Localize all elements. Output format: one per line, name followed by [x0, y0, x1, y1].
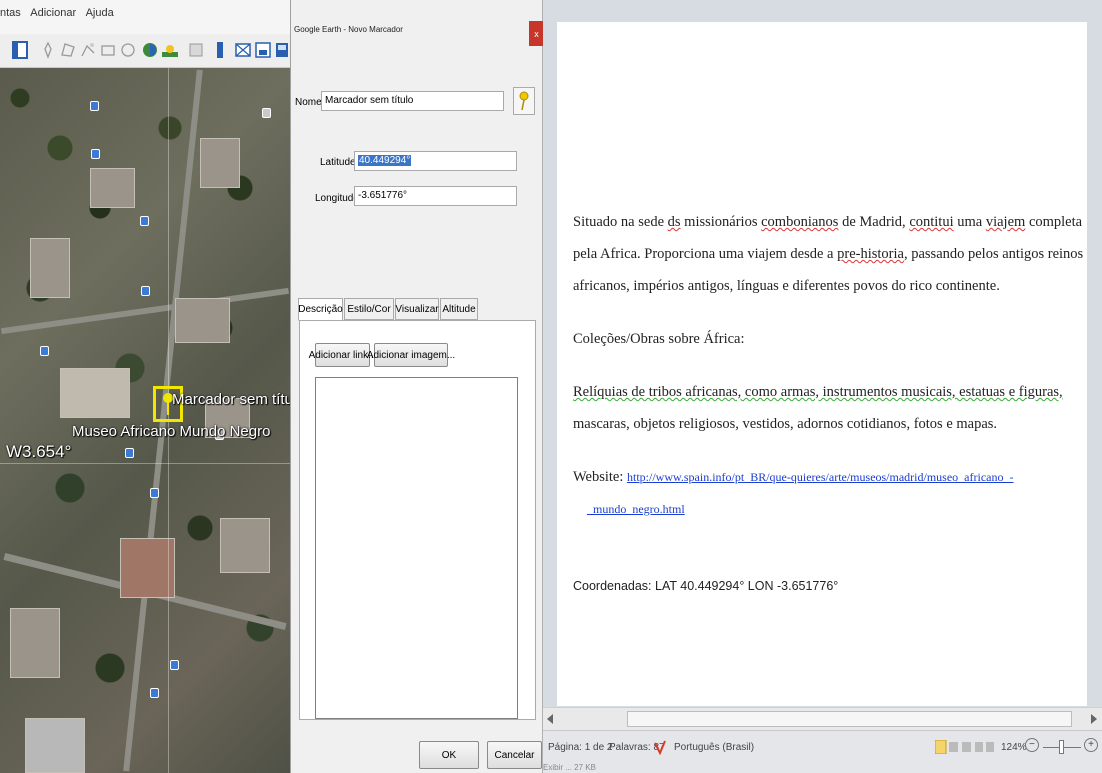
latitude-label: Latitude:: [320, 157, 359, 168]
pushpin-icon: [519, 91, 529, 111]
section-heading: Coleções/Obras sobre África:: [573, 331, 745, 347]
language-indicator[interactable]: Português (Brasil): [674, 742, 754, 753]
map-building: [30, 238, 70, 298]
map-poi-icon[interactable]: [125, 448, 134, 458]
map-label-museum: Museo Africano Mundo Negro: [72, 423, 271, 440]
record-tour-icon[interactable]: [118, 39, 138, 61]
ge-menu-bar: ntas Adicionar Ajuda: [0, 0, 290, 34]
document-page[interactable]: Situado na sede ds missionários combonia…: [557, 22, 1087, 706]
dialog-title: Google Earth - Novo Marcador: [294, 25, 403, 34]
map-building: [220, 518, 270, 573]
new-placemark-dialog: Google Earth - Novo Marcador x Nome: Mar…: [290, 0, 544, 773]
overlay-tool-icon[interactable]: [98, 39, 118, 61]
ruler-icon[interactable]: [210, 39, 230, 61]
ok-button[interactable]: OK: [419, 741, 479, 769]
misspelled-word: viajem: [985, 214, 1026, 230]
scroll-left-icon[interactable]: [547, 714, 555, 724]
grammar-flagged-text: Relíquias de tribos africanas, como arma…: [573, 384, 1063, 400]
placemark-icon-button[interactable]: [513, 87, 535, 115]
email-icon[interactable]: [233, 39, 253, 61]
map-poi-icon[interactable]: [91, 149, 100, 159]
misspelled-word: combonianos: [761, 214, 839, 230]
tab-estilo-cor[interactable]: Estilo/Cor: [344, 298, 394, 320]
misspelled-word: ds: [667, 214, 681, 230]
website-link[interactable]: http://www.spain.info/pt_BR/que-quieres/…: [627, 470, 1013, 484]
page-count[interactable]: Página: 1 de 2: [548, 742, 613, 753]
website-line: Website: http://www.spain.info/pt_BR/que…: [573, 464, 1013, 491]
tab-altitude[interactable]: Altitude: [440, 298, 478, 320]
map-building: [200, 138, 240, 188]
misspelled-word: contitui: [909, 214, 954, 230]
map-label-marker: Marcador sem títul: [172, 391, 290, 408]
map-building: [10, 608, 60, 678]
paragraph-line: mascaras, objetos religiosos, vestidos, …: [573, 416, 998, 432]
add-image-button[interactable]: Adicionar imagem...: [367, 343, 455, 367]
view-mode-icons[interactable]: [935, 740, 995, 754]
map-building: [90, 168, 135, 208]
word-window: Situado na sede ds missionários combonia…: [543, 0, 1102, 773]
description-textarea[interactable]: [315, 377, 518, 719]
latitude-field[interactable]: 40.449294°: [354, 151, 517, 171]
map-building: [175, 298, 230, 343]
map-poi-icon[interactable]: [40, 346, 49, 356]
website-label: Website:: [573, 469, 624, 485]
scroll-right-icon[interactable]: [1089, 714, 1097, 724]
map-building: [25, 718, 85, 773]
sun-icon[interactable]: [160, 39, 180, 61]
menu-ferramentas[interactable]: ntas: [0, 7, 21, 19]
sidebar-toggle-icon[interactable]: [10, 39, 30, 61]
horizontal-scrollbar[interactable]: [543, 707, 1102, 730]
tab-visualizar[interactable]: Visualizar: [395, 298, 439, 320]
longitude-value: -3.651776°: [358, 190, 408, 201]
map-poi-icon[interactable]: [141, 286, 150, 296]
polygon-tool-icon[interactable]: [58, 39, 78, 61]
paragraph-line: africanos, impérios antigos, línguas e d…: [573, 278, 1000, 294]
map-poi-icon[interactable]: [170, 660, 179, 670]
crosshair-horizontal: [0, 463, 290, 464]
historical-imagery-icon[interactable]: [140, 39, 160, 61]
path-tool-icon[interactable]: [78, 39, 98, 61]
map-label-coordinate: W3.654°: [6, 442, 72, 461]
ge-toolbar: [0, 34, 290, 68]
name-field[interactable]: Marcador sem título: [321, 91, 504, 111]
longitude-field[interactable]: -3.651776°: [354, 186, 517, 206]
zoom-out-button[interactable]: −: [1025, 738, 1039, 752]
latitude-value: 40.449294°: [358, 155, 412, 166]
coordinates-line: Coordenadas: LAT 40.449294° LON -3.65177…: [573, 579, 839, 593]
window-edge-text: Exibir ... 27 KB: [543, 763, 1102, 773]
zoom-slider-handle[interactable]: [1059, 740, 1064, 754]
paragraph-line: Relíquias de tribos africanas, como arma…: [573, 379, 1063, 406]
zoom-level[interactable]: 124%: [1001, 742, 1027, 753]
google-earth-window: ntas Adicionar Ajuda Marcador sem títul …: [0, 0, 290, 773]
map-poi-icon[interactable]: [150, 488, 159, 498]
map-poi-icon[interactable]: [150, 688, 159, 698]
menu-ajuda[interactable]: Ajuda: [86, 7, 114, 19]
map-poi-icon[interactable]: [262, 108, 271, 118]
zoom-in-button[interactable]: +: [1084, 738, 1098, 752]
map-poi-icon[interactable]: [90, 101, 99, 111]
menu-adicionar[interactable]: Adicionar: [30, 7, 76, 19]
add-link-button[interactable]: Adicionar link...: [309, 343, 376, 367]
misspelled-word: pre-historia: [837, 246, 904, 262]
map-poi-icon[interactable]: [140, 216, 149, 226]
paragraph-line: Situado na sede ds missionários combonia…: [573, 214, 1083, 230]
satellite-map[interactable]: [0, 68, 290, 773]
website-link-continued[interactable]: _mundo_negro.html: [587, 502, 685, 516]
map-building: [60, 368, 130, 418]
print-icon[interactable]: [253, 39, 273, 61]
cancel-button[interactable]: Cancelar: [487, 741, 542, 769]
scrollbar-thumb[interactable]: [627, 711, 1072, 727]
tab-descricao[interactable]: Descrição: [298, 298, 343, 321]
close-button[interactable]: x: [529, 21, 544, 46]
name-value: Marcador sem título: [325, 95, 414, 106]
status-bar: Página: 1 de 2 Palavras: 87 Português (B…: [543, 730, 1102, 763]
map-building: [120, 538, 175, 598]
save-image-icon[interactable]: [272, 39, 290, 61]
website-line-2: _mundo_negro.html: [587, 496, 685, 523]
placemark-tool-icon[interactable]: [38, 39, 58, 61]
proofing-icon[interactable]: [653, 739, 667, 755]
planets-icon[interactable]: [186, 39, 206, 61]
paragraph-line: pela Africa. Proporciona uma viajem desd…: [573, 246, 1084, 262]
